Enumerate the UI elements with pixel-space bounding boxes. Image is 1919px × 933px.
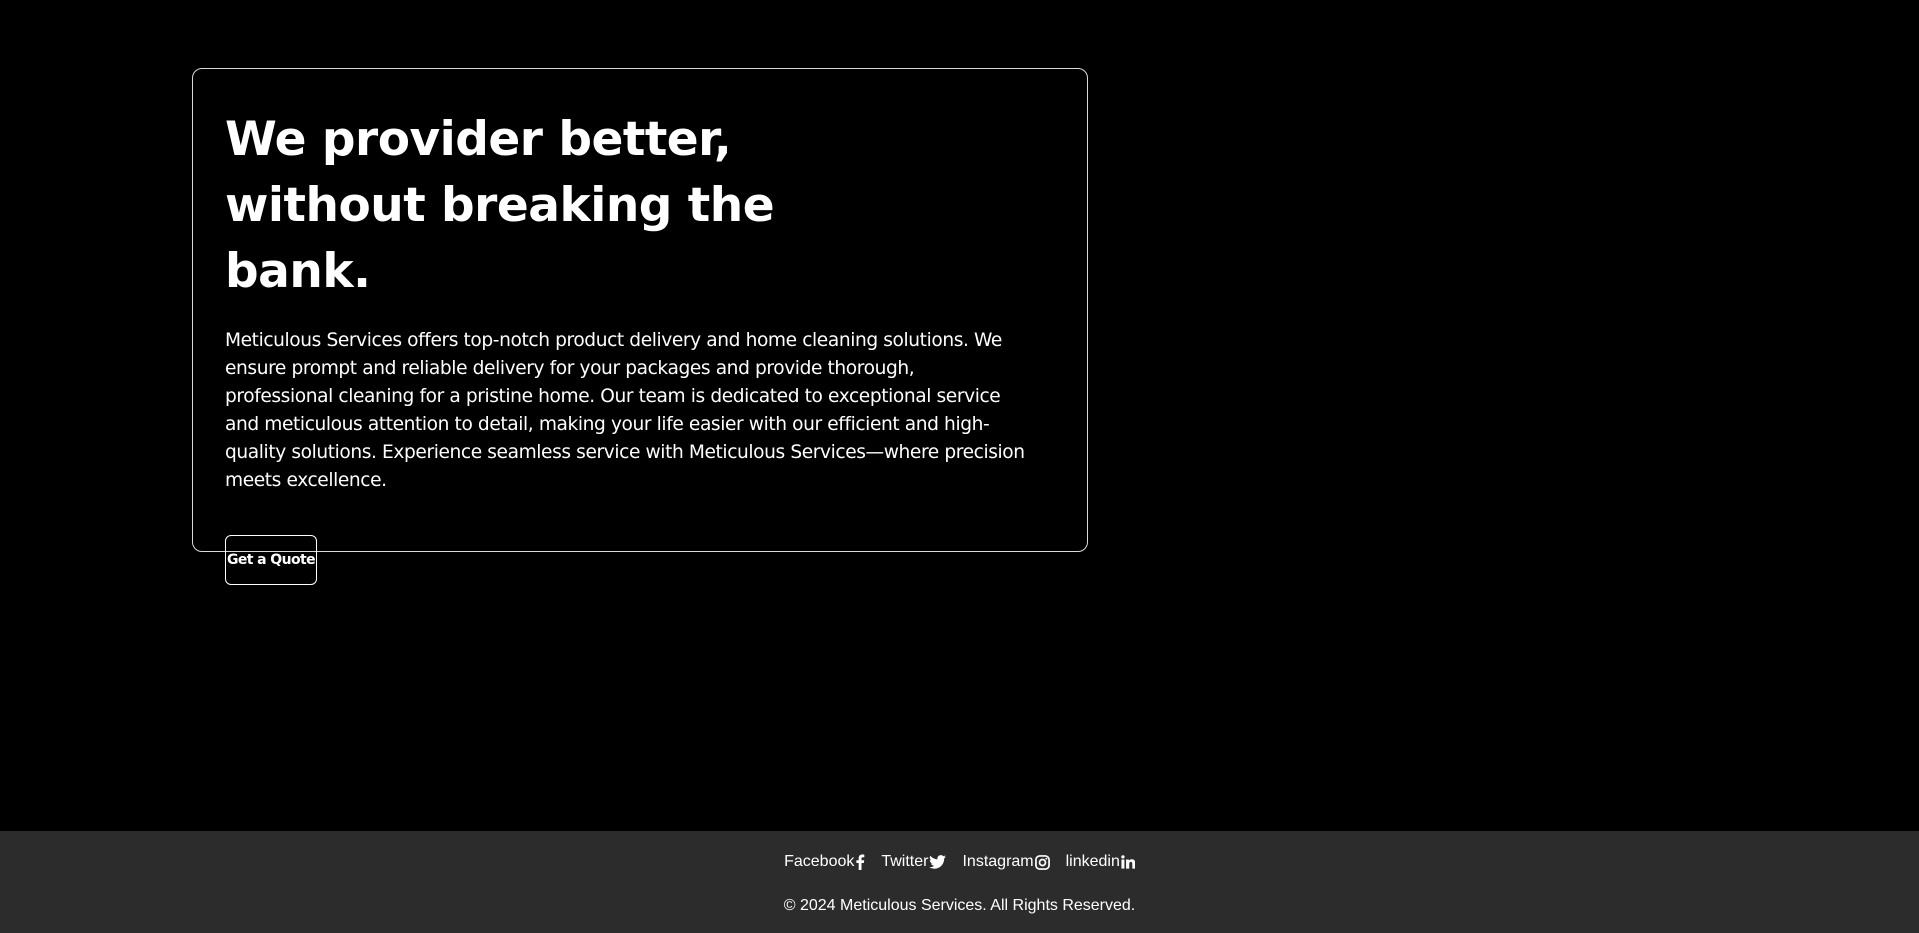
social-links: Facebook Twitter Instagram linkedin bbox=[0, 853, 1919, 871]
page: We provider better, without breaking the… bbox=[0, 0, 1919, 933]
footer: Facebook Twitter Instagram linkedin © 20… bbox=[0, 831, 1919, 933]
instagram-icon bbox=[1034, 854, 1050, 870]
get-quote-button[interactable]: Get a Quote bbox=[225, 535, 317, 585]
copyright-text: © 2024 Meticulous Services. All Rights R… bbox=[783, 897, 1136, 914]
social-link-facebook[interactable]: Facebook bbox=[784, 853, 865, 871]
hero-card: We provider better, without breaking the… bbox=[192, 68, 1088, 585]
hero-title: We provider better, without breaking the… bbox=[225, 112, 775, 299]
linkedin-icon bbox=[1121, 855, 1135, 869]
social-label-linkedin: linkedin bbox=[1065, 853, 1120, 870]
facebook-icon bbox=[856, 854, 865, 870]
twitter-icon bbox=[929, 855, 947, 869]
social-link-instagram[interactable]: Instagram bbox=[962, 853, 1050, 871]
social-link-linkedin[interactable]: linkedin bbox=[1066, 853, 1135, 871]
social-label-twitter: Twitter bbox=[881, 853, 929, 870]
social-link-twitter[interactable]: Twitter bbox=[881, 853, 947, 871]
social-label-facebook: Facebook bbox=[784, 853, 855, 870]
social-label-instagram: Instagram bbox=[962, 853, 1034, 870]
hero-description: Meticulous Services offers top-notch pro… bbox=[225, 330, 1025, 491]
